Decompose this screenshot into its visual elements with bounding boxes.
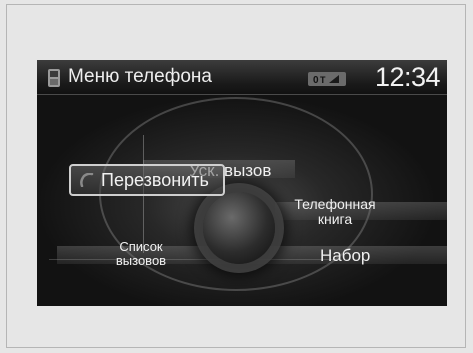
- screen-title: Меню телефона: [68, 66, 212, 87]
- call-history-label-line1: Список: [119, 239, 163, 254]
- menu-item-redial[interactable]: Перезвонить: [69, 164, 225, 196]
- signal-status-icon: 0 T: [308, 72, 346, 86]
- menu-item-phonebook[interactable]: Телефонная книга: [287, 197, 383, 227]
- phonebook-label-line2: книга: [317, 211, 353, 227]
- phone-icon: [48, 69, 60, 87]
- phonebook-label-line1: Телефонная: [294, 196, 376, 212]
- selector-knob: [203, 192, 275, 264]
- call-history-label-line2: вызовов: [115, 253, 167, 268]
- navigation-screen: Меню телефона 0 T 12:34 Уск. вызов Телеф…: [37, 60, 447, 306]
- screen-header: Меню телефона 0 T 12:34: [37, 60, 447, 95]
- svg-text:0: 0: [313, 75, 319, 86]
- redial-label: Перезвонить: [101, 170, 209, 190]
- figure-frame: Меню телефона 0 T 12:34 Уск. вызов Телеф…: [6, 4, 466, 348]
- menu-item-dial[interactable]: Набор: [320, 246, 370, 266]
- clock: 12:34: [375, 62, 441, 92]
- phone-menu-area: Уск. вызов Телефонная книга Список вызов…: [37, 95, 447, 306]
- horizontal-divider: [49, 259, 339, 260]
- phone-handset-icon: [80, 173, 94, 187]
- menu-item-call-history[interactable]: Список вызовов: [97, 240, 185, 268]
- svg-text:T: T: [320, 75, 326, 85]
